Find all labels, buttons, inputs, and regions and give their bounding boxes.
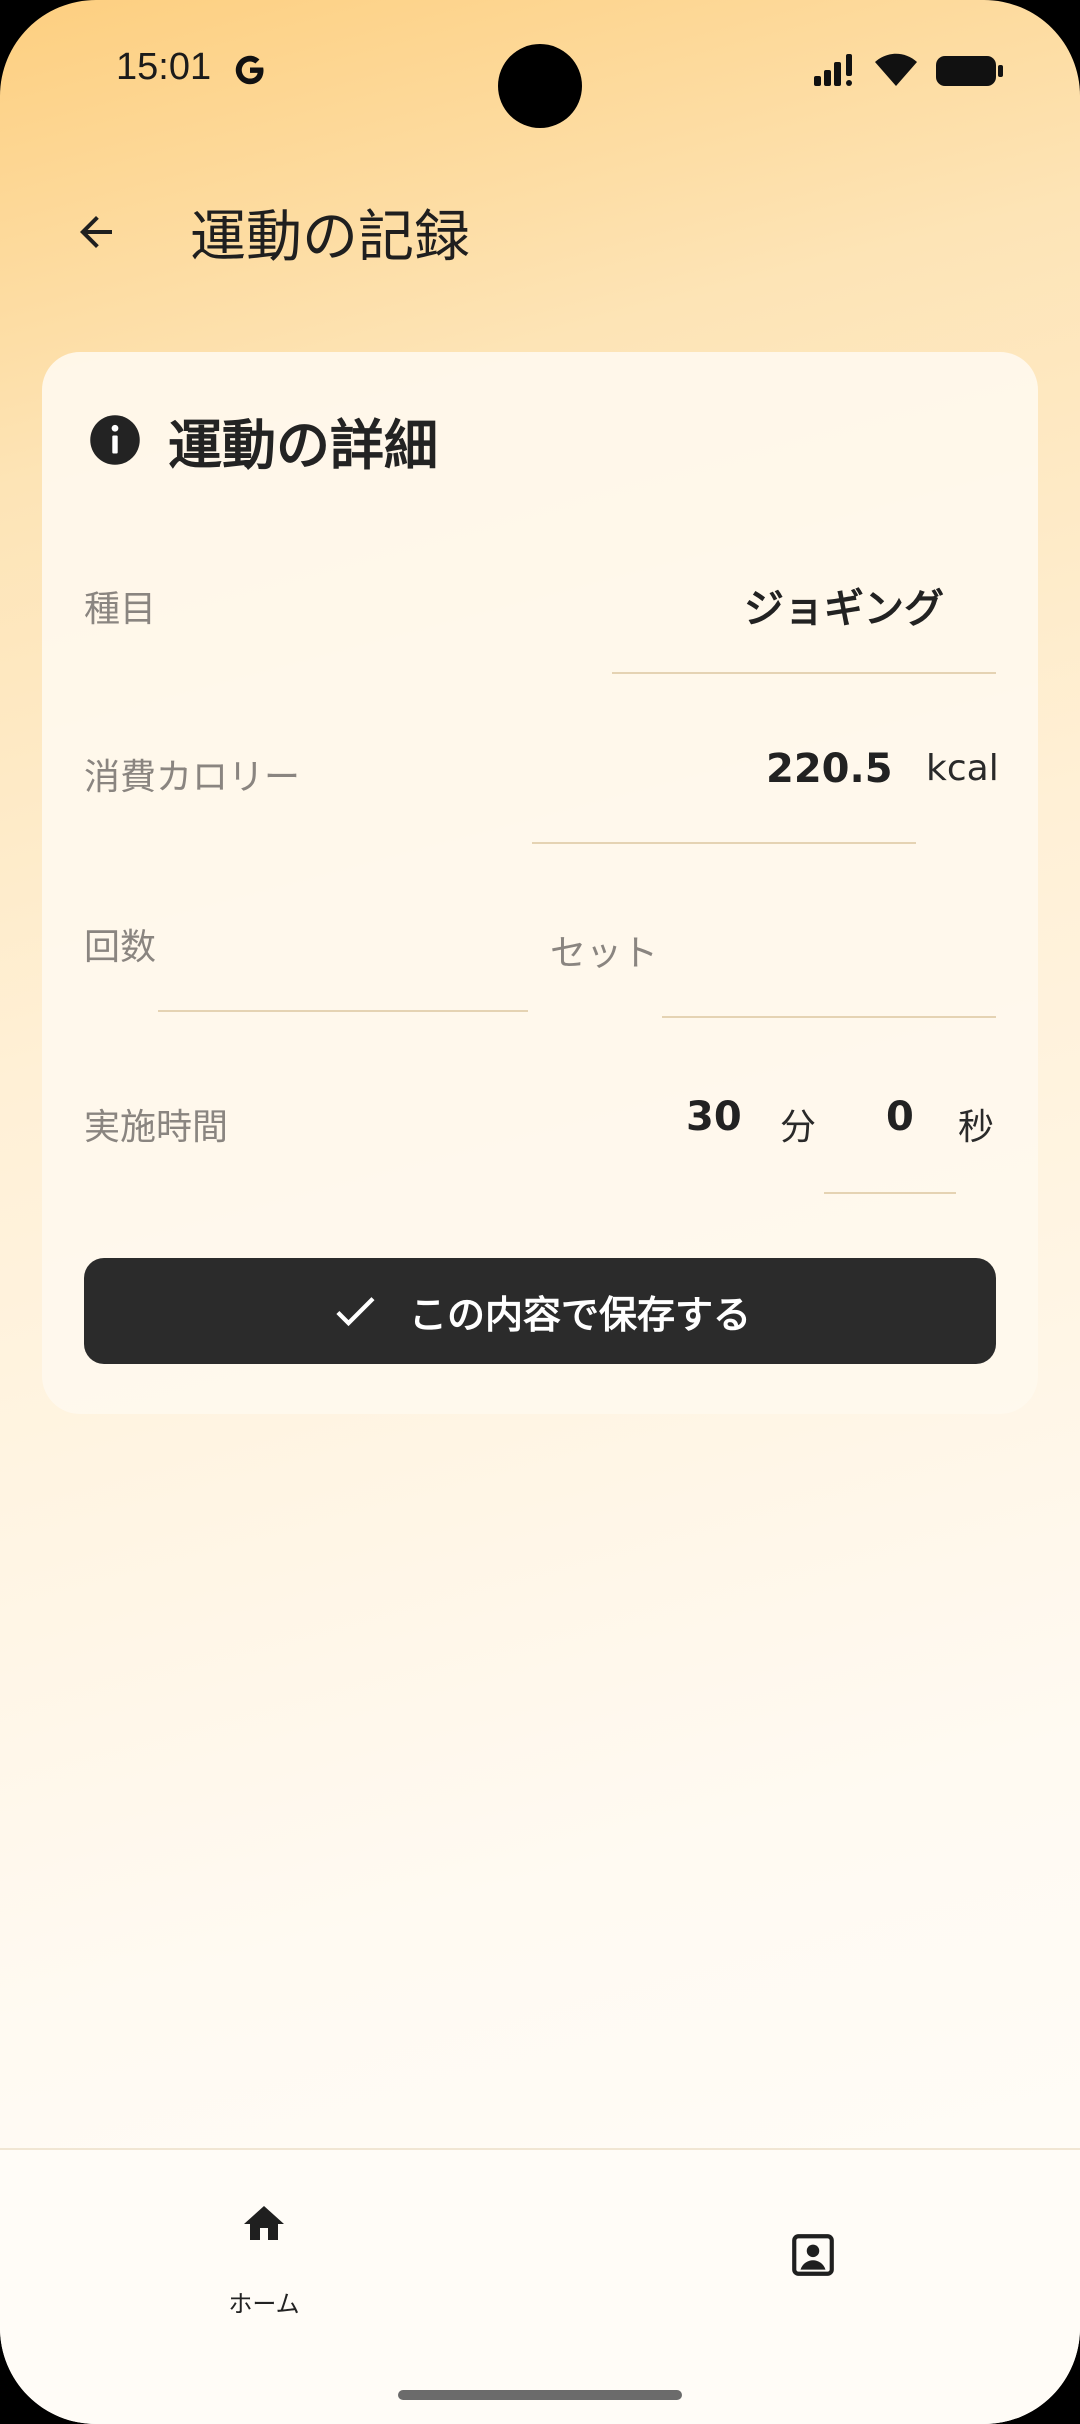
sets-label: セット	[550, 933, 659, 974]
back-button[interactable]	[58, 194, 134, 270]
cellular-signal-icon	[814, 54, 852, 86]
nav-home[interactable]: ホーム	[200, 2200, 328, 2320]
check-icon	[336, 1297, 375, 1327]
save-button[interactable]: この内容で保存する	[84, 1258, 996, 1364]
arrow-back-icon	[80, 216, 112, 248]
sets-underline	[662, 1016, 996, 1018]
google-g-icon	[235, 55, 264, 85]
front-camera	[498, 44, 582, 128]
exercise-detail-card: 運動の詳細 種目 ジョギング 消費カロリー 220.5 kcal 回数 セット …	[42, 352, 1038, 1414]
minutes-unit: 分	[780, 1107, 817, 1148]
status-time: 15:01	[116, 46, 212, 88]
gesture-home-indicator[interactable]	[398, 2390, 682, 2400]
nav-home-label: ホーム	[228, 2290, 300, 2318]
wifi-icon	[875, 53, 917, 86]
exercise-type-field[interactable]: ジョギング	[744, 576, 944, 634]
reps-label: 回数	[84, 927, 157, 968]
app-screen: 15:01 運動の記録 運動の詳細 種目 ジョギング 消費カロリー 220.5 …	[0, 0, 1080, 2424]
page-title: 運動の記録	[190, 205, 470, 270]
calories-unit: kcal	[926, 748, 999, 789]
info-icon	[90, 415, 140, 465]
exercise-type-label: 種目	[84, 589, 157, 630]
duration-label: 実施時間	[84, 1107, 229, 1148]
exercise-type-underline	[612, 672, 996, 674]
seconds-unit: 秒	[958, 1107, 995, 1148]
home-icon	[244, 2206, 284, 2240]
minutes-field[interactable]: 30	[686, 1094, 742, 1140]
calories-field[interactable]: 220.5	[766, 746, 893, 792]
card-title: 運動の詳細	[168, 413, 438, 477]
seconds-underline	[824, 1192, 956, 1194]
seconds-field[interactable]: 0	[886, 1094, 914, 1140]
calories-underline	[532, 842, 916, 844]
card-header: 運動の詳細	[88, 400, 438, 480]
save-button-label: この内容で保存する	[408, 1292, 751, 1337]
reps-underline	[158, 1010, 528, 1012]
battery-icon	[936, 56, 1003, 86]
calories-label: 消費カロリー	[84, 757, 301, 798]
bottom-navigation: ホーム	[0, 2150, 1080, 2424]
status-bar: 15:01	[0, 0, 1080, 140]
top-app-bar: 運動の記録	[0, 170, 1080, 290]
account-box-icon[interactable]	[788, 2230, 838, 2280]
